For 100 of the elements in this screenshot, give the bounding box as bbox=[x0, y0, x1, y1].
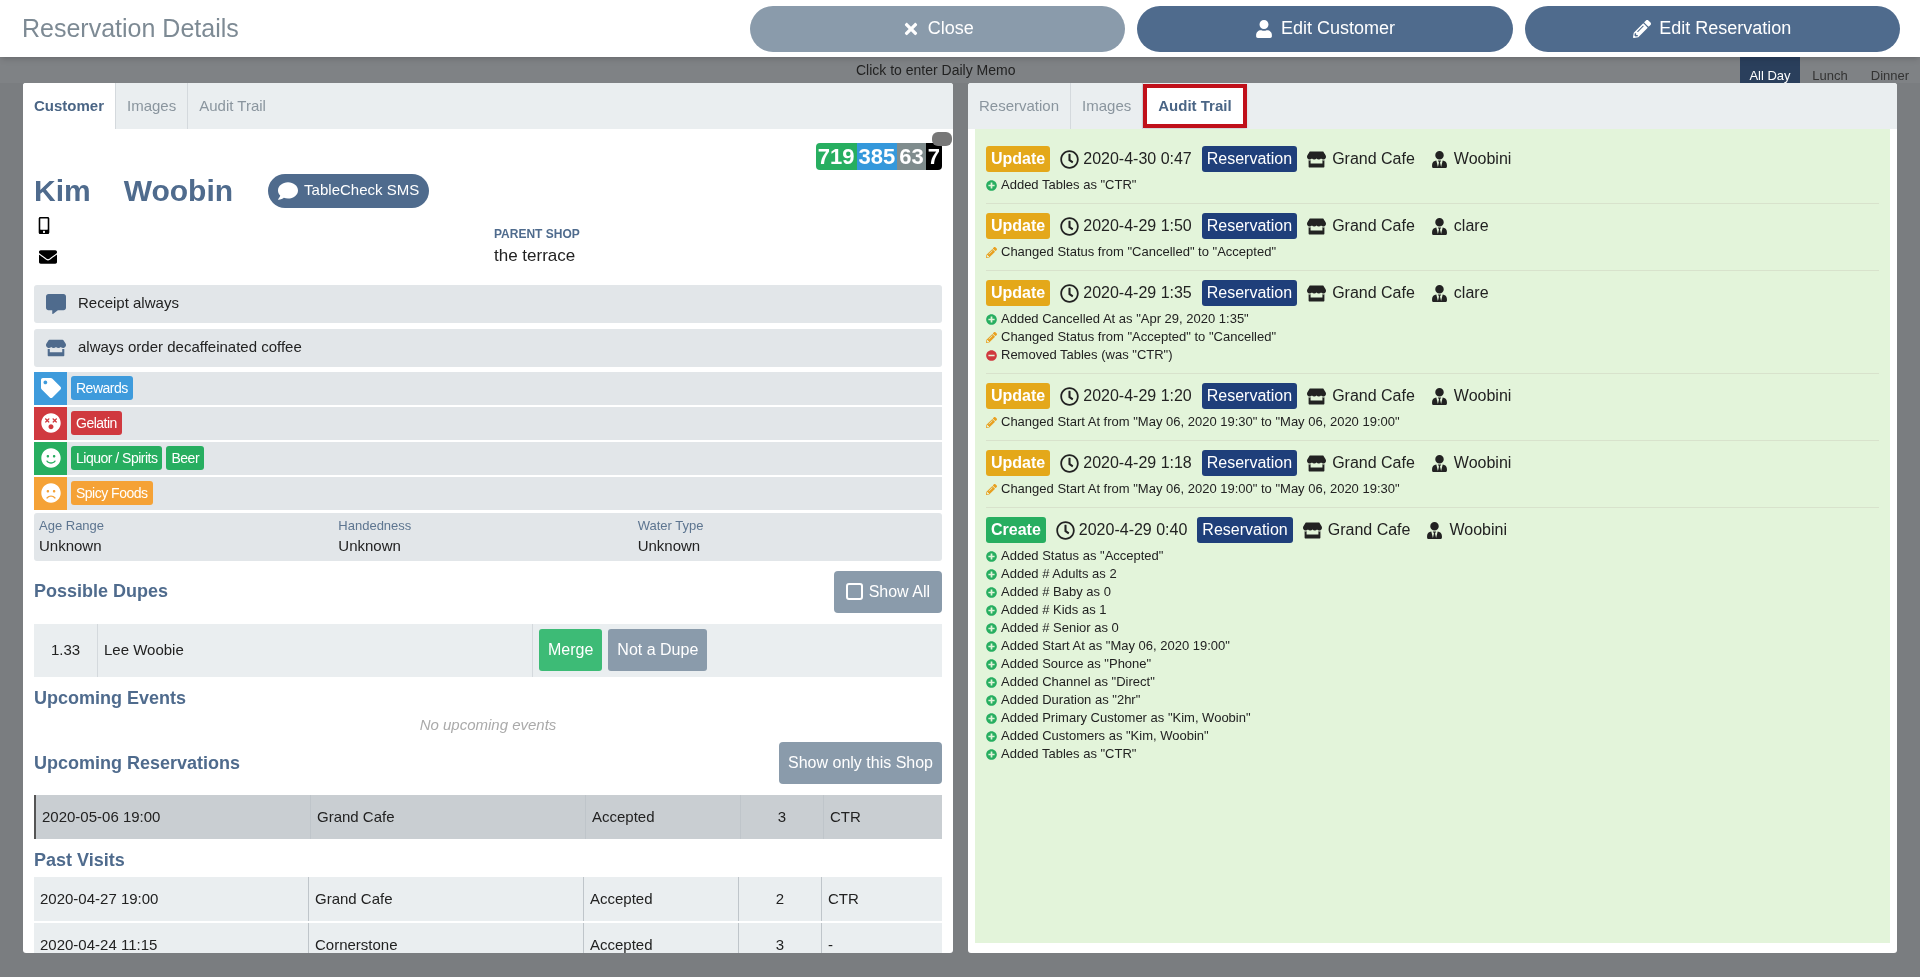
change-text: Removed Tables (was "CTR") bbox=[1001, 346, 1173, 364]
speech-bubble-icon bbox=[46, 293, 66, 314]
note-text: always order decaffeinated coffee bbox=[78, 337, 302, 358]
filter-button[interactable]: Show only this Shop bbox=[779, 742, 942, 784]
change-text: Changed Status from "Accepted" to "Cancelled" bbox=[1001, 328, 1276, 346]
change-text: Added # Baby as 0 bbox=[1001, 583, 1111, 601]
pencil-icon bbox=[986, 483, 997, 495]
tab[interactable]: Customer bbox=[23, 83, 116, 129]
store-icon bbox=[46, 337, 66, 358]
person-icon bbox=[1254, 19, 1273, 38]
type-badge: Reservation bbox=[1201, 383, 1298, 409]
close-button[interactable]: Close bbox=[750, 5, 1126, 52]
timestamp: 2020-4-29 1:20 bbox=[1083, 386, 1192, 406]
shop-name: Grand Cafe bbox=[1332, 149, 1415, 169]
action-badge: Update bbox=[986, 146, 1051, 172]
person-icon bbox=[1430, 454, 1448, 472]
tag-icon bbox=[40, 378, 61, 398]
change-text: Added # Adults as 2 bbox=[1001, 565, 1117, 583]
envelope-icon[interactable] bbox=[37, 248, 59, 266]
table-cell-text: Grand Cafe bbox=[315, 888, 393, 909]
timestamp: 2020-4-29 1:50 bbox=[1083, 216, 1192, 236]
type-badge: Reservation bbox=[1201, 213, 1298, 239]
table-row[interactable]: 2020-05-06 19:00 Grand Cafe Accepted 3 CTR bbox=[34, 795, 942, 839]
table-cell-text: Grand Cafe bbox=[317, 806, 395, 827]
pencil-icon bbox=[986, 416, 997, 428]
store-icon bbox=[1307, 217, 1327, 235]
pencil-icon bbox=[986, 331, 997, 343]
tab[interactable]: Images bbox=[116, 83, 189, 129]
section-title: Past Visits bbox=[34, 849, 126, 872]
user-name: clare bbox=[1453, 216, 1489, 236]
change-text: Added Customers as "Kim, Woobin" bbox=[1001, 727, 1209, 745]
tag-chip[interactable]: Beer bbox=[166, 446, 205, 470]
period-tab[interactable]: Dinner bbox=[1860, 57, 1920, 83]
person-icon bbox=[1430, 284, 1448, 302]
table-row[interactable]: 2020-04-27 19:00 Grand Cafe Accepted 2 CTR bbox=[34, 877, 942, 921]
tab[interactable]: Audit Trail bbox=[188, 83, 277, 129]
store-icon bbox=[1307, 454, 1327, 472]
field-value: Unknown bbox=[338, 536, 402, 556]
timestamp: 2020-4-29 1:35 bbox=[1083, 283, 1192, 303]
note-text: Receipt always bbox=[78, 293, 179, 314]
type-badge: Reservation bbox=[1201, 450, 1298, 476]
not-dupe-button[interactable]: Not a Dupe bbox=[608, 629, 708, 671]
clock-icon bbox=[1060, 283, 1080, 303]
edit-button[interactable]: Edit Reservation bbox=[1524, 5, 1900, 52]
action-badge: Update bbox=[986, 383, 1051, 409]
table-cell-text: 3 bbox=[777, 806, 787, 827]
action-badge: Update bbox=[986, 213, 1051, 239]
mobile-phone-icon[interactable] bbox=[37, 217, 51, 234]
table-cell-text: Accepted bbox=[590, 888, 653, 909]
field-label: Age Range bbox=[39, 516, 106, 535]
action-badge: Create bbox=[986, 517, 1046, 543]
table-cell-text: Cornerstone bbox=[315, 934, 398, 953]
field-label: PARENT SHOP bbox=[494, 226, 580, 243]
field-label: Handedness bbox=[338, 516, 413, 535]
period-tab[interactable]: All Day bbox=[1740, 57, 1800, 83]
table-cell-text: CTR bbox=[830, 806, 861, 827]
tab[interactable]: Audit Trail bbox=[1143, 84, 1247, 128]
sms-button[interactable]: TableCheck SMS bbox=[268, 173, 430, 208]
change-text: Added Tables as "CTR" bbox=[1001, 745, 1137, 763]
user-name: Woobini bbox=[1449, 520, 1507, 540]
section-title: Upcoming Events bbox=[34, 686, 188, 710]
person-icon bbox=[1430, 150, 1448, 168]
field-value: Unknown bbox=[637, 536, 702, 556]
change-text: Added Cancelled At as "Apr 29, 2020 1:35" bbox=[1001, 310, 1249, 328]
change-text: Added Tables as "CTR" bbox=[1001, 176, 1137, 194]
tag-chip[interactable]: Gelatin bbox=[71, 411, 122, 435]
table-cell-text: 2 bbox=[775, 888, 785, 909]
store-icon bbox=[1307, 150, 1327, 168]
daily-memo[interactable]: Click to enter Daily Memo bbox=[856, 60, 1016, 81]
change-text: Added Primary Customer as "Kim, Woobin" bbox=[1001, 709, 1251, 727]
table-cell-text: 2020-05-06 19:00 bbox=[42, 806, 161, 827]
customer-last-name: Woobin bbox=[123, 173, 234, 209]
clock-icon bbox=[1060, 216, 1080, 236]
tag-chip[interactable]: Rewards bbox=[71, 376, 133, 400]
store-icon bbox=[1307, 284, 1327, 302]
clock-icon bbox=[1060, 149, 1080, 169]
store-icon bbox=[1302, 521, 1322, 539]
table-cell-text: - bbox=[828, 934, 833, 953]
person-icon bbox=[1430, 217, 1448, 235]
table-row[interactable]: 2020-04-24 11:15 Cornerstone Accepted 3 - bbox=[34, 923, 942, 953]
table-cell-text: 2020-04-27 19:00 bbox=[40, 888, 159, 909]
shop-name: Grand Cafe bbox=[1332, 386, 1415, 406]
toggle-handle[interactable] bbox=[932, 132, 952, 146]
merge-button[interactable]: Merge bbox=[539, 629, 603, 671]
tag-chip[interactable]: Liquor / Spirits bbox=[71, 446, 163, 470]
tag-chip[interactable]: Spicy Foods bbox=[71, 481, 153, 505]
checkbox[interactable] bbox=[845, 583, 863, 600]
timestamp: 2020-4-29 1:18 bbox=[1083, 453, 1192, 473]
shop-name: Grand Cafe bbox=[1332, 283, 1415, 303]
smile-icon bbox=[40, 448, 61, 468]
score-badge: 719 bbox=[815, 143, 857, 170]
change-text: Added Duration as "2hr" bbox=[1001, 691, 1141, 709]
field-label: Water Type bbox=[637, 516, 705, 535]
section-title: Upcoming Reservations bbox=[34, 751, 241, 775]
score-badge: 63 bbox=[897, 143, 926, 170]
show-all-button[interactable]: Show All bbox=[833, 570, 942, 613]
period-tab[interactable]: Lunch bbox=[1800, 57, 1860, 83]
edit-button[interactable]: Edit Customer bbox=[1137, 5, 1513, 52]
change-text: Added # Senior as 0 bbox=[1001, 619, 1119, 637]
change-text: Changed Start At from "May 06, 2020 19:00" to "May 06, 2020 19:30" bbox=[1001, 480, 1400, 498]
